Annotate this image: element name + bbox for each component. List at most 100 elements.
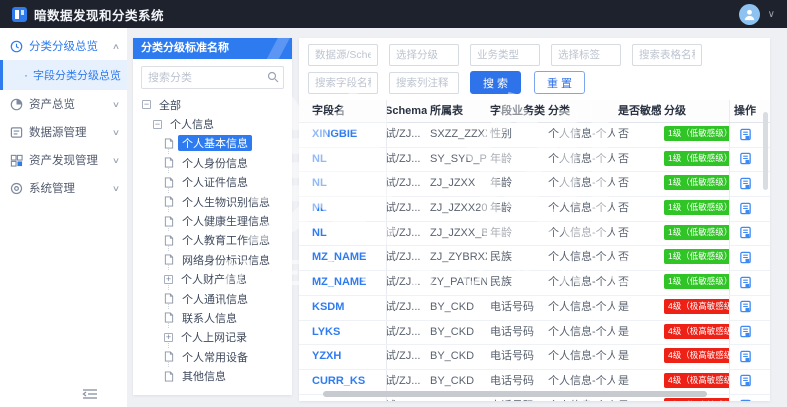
level-badge: 1级（低敏感级）	[664, 150, 729, 166]
expand-node-icon[interactable]: +	[164, 332, 173, 342]
field-name-link[interactable]: LYKS	[299, 320, 387, 345]
sidebar-item-2[interactable]: 资产总览 ∨	[0, 90, 127, 118]
tree-node-leaf-3[interactable]: 个人生物识别信息	[164, 192, 292, 213]
table-cell: ZJ_ZYBRXX	[430, 251, 487, 264]
field-name-link[interactable]: XINGBIE	[299, 123, 387, 147]
chevron-up-icon: ∧	[111, 41, 121, 51]
sensitive-cell: 否	[618, 128, 629, 140]
field-name-link[interactable]: MZ_NAME	[299, 246, 387, 271]
document-icon	[164, 235, 174, 246]
field-name-link[interactable]: KSDM	[299, 295, 387, 320]
view-detail-button[interactable]	[737, 323, 754, 340]
datasource-schema-input[interactable]	[308, 44, 378, 66]
table-cell: BY_CKD	[430, 374, 475, 387]
document-icon	[164, 138, 174, 149]
column-header-4: 分类	[548, 105, 570, 117]
operation-cell	[729, 320, 760, 345]
level-badge: 1级（低敏感级）	[664, 249, 729, 265]
tree-panel-title: 分类分级标准名称	[133, 38, 292, 59]
tree-node-root[interactable]: − 全部	[142, 95, 292, 114]
vertical-scrollbar[interactable]	[763, 112, 768, 190]
sidebar-item-0[interactable]: 分类分级总览 ∧	[0, 32, 127, 60]
table-cell: ZJ_JZXX	[430, 177, 476, 190]
column-comment-search-input[interactable]	[389, 71, 459, 94]
view-detail-button[interactable]	[737, 298, 754, 315]
table-name-search-input[interactable]	[632, 44, 702, 66]
document-icon	[164, 312, 174, 324]
business-type-select[interactable]	[470, 44, 540, 66]
tree-search-input[interactable]	[141, 66, 284, 89]
field-name-link[interactable]: NL	[299, 221, 387, 246]
tree-node-leaf-4[interactable]: 个人健康生理信息	[164, 211, 292, 232]
tree-node-leaf-5[interactable]: 个人教育工作信息	[164, 231, 292, 252]
search-button[interactable]: 搜索	[470, 71, 521, 94]
schema-cell: 试/ZJ...	[387, 374, 421, 387]
sidebar-item-3[interactable]: 数据源管理 ∨	[0, 118, 127, 146]
tree-node-leaf-10[interactable]: + 个人上网记录	[164, 328, 292, 349]
level-badge: 1级（低敏感级）	[664, 274, 729, 290]
view-detail-button[interactable]	[737, 175, 754, 192]
horizontal-scrollbar[interactable]	[323, 391, 707, 397]
view-detail-button[interactable]	[737, 397, 754, 401]
detail-document-icon	[739, 399, 752, 401]
table-cell: BY_CKD	[430, 325, 475, 338]
tree-node-leaf-7[interactable]: + 个人财产信息	[164, 270, 292, 290]
user-menu-chevron-icon[interactable]: ∨	[768, 9, 775, 20]
collapse-node-icon[interactable]: −	[153, 119, 162, 129]
level-select[interactable]	[389, 44, 459, 66]
tree-node-label: 联系人信息	[182, 312, 237, 325]
app-title: 暗数据发现和分类系统	[34, 8, 165, 23]
type-cell: 年龄	[490, 152, 512, 165]
collapse-node-icon[interactable]: −	[142, 100, 151, 110]
field-name-link[interactable]: YZXH	[299, 345, 387, 369]
field-name-link[interactable]: NL	[299, 172, 387, 197]
tree-node-leaf-12[interactable]: 其他信息	[164, 366, 292, 385]
expand-node-icon[interactable]: +	[164, 274, 173, 284]
sensitive-cell: 否	[618, 276, 629, 289]
chevron-down-icon: ∨	[111, 183, 121, 193]
bullet-icon: ·	[24, 68, 28, 82]
operation-cell	[729, 221, 760, 246]
view-detail-button[interactable]	[737, 274, 754, 291]
operation-cell	[729, 369, 760, 394]
field-name-search-input[interactable]	[308, 71, 378, 94]
tree-node-leaf-6[interactable]: 网络身份标识信息	[164, 250, 292, 271]
tree-node-leaf-11[interactable]: 个人常用设备	[164, 347, 292, 368]
category-cell: 个人信息-个人基本...	[548, 177, 615, 190]
view-detail-button[interactable]	[737, 348, 754, 365]
tree-node-label: 全部	[159, 99, 181, 112]
view-detail-button[interactable]	[737, 249, 754, 266]
tag-select[interactable]	[551, 44, 621, 66]
table-row: MZ_NAME试/ZJ... ZJ_ZYBRXX民族 个人信息-个人基本...否 1级…	[299, 246, 770, 272]
view-detail-button[interactable]	[737, 200, 754, 217]
sidebar-item-label: 资产发现管理	[29, 155, 98, 167]
sensitive-cell: 是	[618, 325, 629, 338]
tree-node-leaf-9[interactable]: 联系人信息	[164, 308, 292, 329]
view-detail-button[interactable]	[737, 126, 754, 143]
document-icon	[164, 351, 174, 362]
field-name-link[interactable]: MZ_NAME	[299, 271, 387, 295]
sidebar-item-label: 系统管理	[29, 183, 75, 195]
field-name-link[interactable]: NL	[299, 197, 387, 221]
view-detail-button[interactable]	[737, 150, 754, 167]
view-detail-button[interactable]	[737, 372, 754, 389]
tree-node-leaf-2[interactable]: 个人证件信息	[164, 173, 292, 193]
tree-node-leaf-8[interactable]: 个人通讯信息	[164, 289, 292, 310]
sidebar-item-5[interactable]: 系统管理 ∨	[0, 174, 127, 202]
field-name-link[interactable]: CURR_KS	[299, 369, 387, 394]
tree-node-group[interactable]: − 个人信息	[153, 114, 292, 133]
sidebar-collapse-icon[interactable]	[82, 388, 98, 400]
operation-cell	[729, 123, 760, 147]
chevron-down-icon: ∨	[111, 99, 121, 109]
field-name-link[interactable]: NL	[299, 147, 387, 172]
tree-node-leaf-0[interactable]: 个人基本信息	[164, 134, 292, 155]
operation-cell	[729, 345, 760, 369]
column-header-3: 字段业务类型	[490, 105, 545, 117]
sidebar-subitem-1[interactable]: · 字段分类分级总览	[0, 60, 127, 90]
sidebar-item-4[interactable]: 资产发现管理 ∨	[0, 146, 127, 174]
tree-node-leaf-1[interactable]: 个人身份信息	[164, 153, 292, 174]
discover-icon	[10, 154, 23, 167]
view-detail-button[interactable]	[737, 224, 754, 241]
reset-button[interactable]: 重置	[534, 71, 585, 94]
user-avatar[interactable]	[738, 3, 760, 25]
